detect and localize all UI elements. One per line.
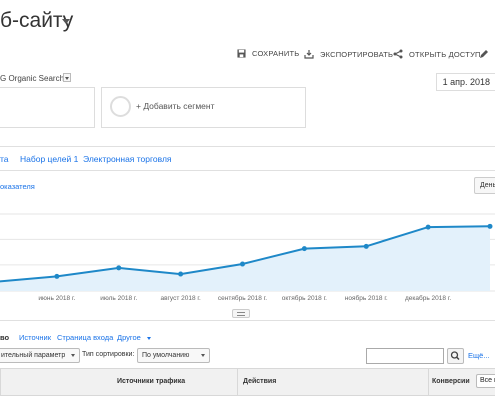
secondary-dimension-label: ительный параметр bbox=[1, 352, 66, 359]
segment-dropdown-button[interactable] bbox=[63, 73, 71, 82]
column-header-traffic-sources: Источники трафика bbox=[117, 378, 186, 385]
column-divider bbox=[0, 368, 1, 396]
data-point[interactable] bbox=[178, 271, 184, 277]
dimension-other-label: Другое bbox=[117, 333, 141, 342]
chart-x-axis: июнь 2018 г. июль 2018 г. август 2018 г. се… bbox=[38, 294, 451, 302]
pencil-icon bbox=[480, 50, 488, 58]
title-dropdown-icon[interactable] bbox=[62, 19, 70, 24]
segment-name: G Organic Search bbox=[0, 74, 65, 83]
more-options-link[interactable]: Ещё... bbox=[468, 351, 490, 360]
save-label: СОХРАНИТЬ bbox=[252, 49, 300, 58]
data-point[interactable] bbox=[301, 246, 307, 252]
x-tick-label: сентябрь 2018 г. bbox=[218, 294, 267, 302]
divider bbox=[0, 320, 495, 321]
column-divider bbox=[237, 368, 238, 396]
dimension-landing-page[interactable]: Страница входа bbox=[57, 333, 113, 342]
segment-card[interactable] bbox=[0, 87, 95, 128]
x-tick-label: октябрь 2018 г. bbox=[282, 294, 327, 302]
data-point[interactable] bbox=[487, 223, 493, 229]
share-button[interactable]: ОТКРЫТЬ ДОСТУП bbox=[393, 49, 481, 59]
secondary-dimension-select[interactable]: ительный параметр bbox=[0, 348, 81, 363]
x-tick-label: август 2018 г. bbox=[160, 295, 200, 302]
x-tick-label: ноябрь 2018 г. bbox=[345, 294, 388, 302]
x-tick-label: июль 2018 г. bbox=[100, 295, 137, 302]
share-label: ОТКРЫТЬ ДОСТУП bbox=[409, 49, 481, 59]
export-label: ЭКСПОРТИРОВАТЬ bbox=[320, 49, 394, 59]
share-icon bbox=[393, 49, 403, 59]
save-icon bbox=[237, 49, 246, 58]
search-icon bbox=[450, 351, 460, 361]
tab-goal-set-1[interactable]: Набор целей 1 bbox=[20, 154, 78, 164]
sort-type-value: По умолчанию bbox=[142, 352, 190, 359]
column-header-conversions: Конверсии bbox=[432, 378, 470, 385]
dimension-primary[interactable]: во bbox=[0, 333, 9, 342]
search-button[interactable] bbox=[447, 348, 464, 364]
date-range-picker[interactable]: 1 апр. 2018 bbox=[435, 73, 495, 91]
add-segment-label[interactable]: + Добавить сегмент bbox=[136, 101, 215, 111]
traffic-chart: июнь 2018 г. июль 2018 г. август 2018 г. се… bbox=[0, 213, 495, 302]
export-button[interactable]: ЭКСПОРТИРОВАТЬ bbox=[304, 49, 393, 59]
data-point[interactable] bbox=[116, 265, 122, 271]
data-point[interactable] bbox=[363, 243, 369, 249]
export-icon bbox=[304, 50, 314, 59]
sort-type-select[interactable]: По умолчанию bbox=[137, 348, 211, 363]
edit-button[interactable] bbox=[479, 49, 489, 59]
divider bbox=[0, 146, 495, 147]
data-point[interactable] bbox=[425, 224, 431, 230]
add-segment-circle-icon[interactable] bbox=[110, 96, 131, 117]
chevron-down-icon bbox=[71, 353, 76, 357]
table-search-input[interactable] bbox=[366, 348, 444, 364]
data-point[interactable] bbox=[54, 273, 60, 279]
tab-ecommerce[interactable]: Электронная торговля bbox=[83, 154, 172, 164]
tab-summary[interactable]: та bbox=[0, 154, 9, 164]
chevron-down-icon bbox=[146, 336, 151, 340]
column-divider bbox=[428, 368, 429, 396]
chart-resize-handle[interactable] bbox=[232, 309, 250, 318]
dimension-source[interactable]: Источник bbox=[19, 333, 51, 342]
chart-area bbox=[0, 226, 490, 291]
column-header-actions: Действия bbox=[243, 378, 277, 385]
select-metric-link[interactable]: оказателя bbox=[0, 182, 35, 191]
goal-select[interactable]: Все ц bbox=[476, 374, 495, 388]
chevron-down-icon bbox=[201, 353, 206, 357]
x-tick-label: июнь 2018 г. bbox=[38, 295, 75, 302]
save-button[interactable]: СОХРАНИТЬ bbox=[237, 49, 299, 58]
x-tick-label: декабрь 2018 г. bbox=[405, 294, 451, 302]
sort-type-label: Тип сортировки: bbox=[82, 351, 135, 358]
period-button[interactable]: Дены bbox=[474, 177, 495, 194]
divider bbox=[0, 170, 495, 171]
dimension-other[interactable]: Другое bbox=[117, 333, 151, 342]
data-point[interactable] bbox=[240, 261, 245, 267]
